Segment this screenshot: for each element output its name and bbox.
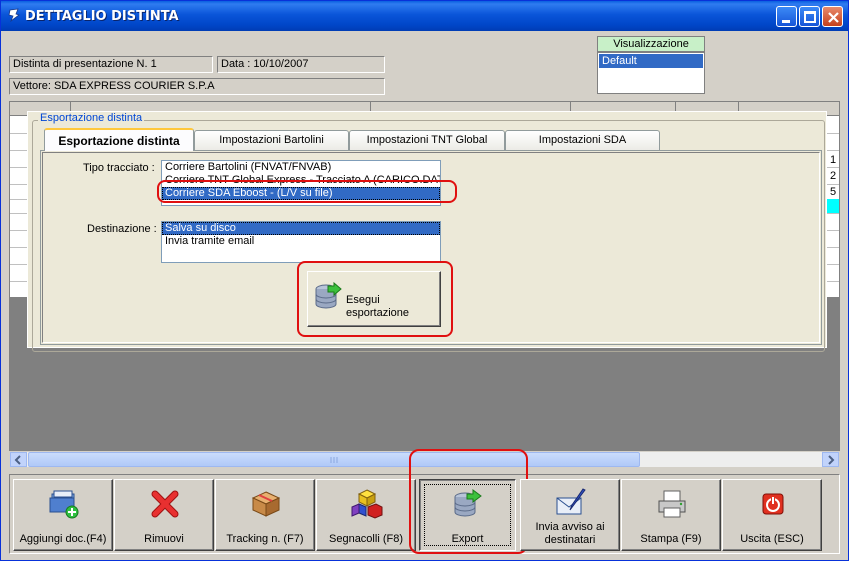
export-panel: Esportazione distinta Esportazione disti… bbox=[27, 111, 827, 352]
printer-icon bbox=[658, 490, 686, 518]
print-label: Stampa (F9) bbox=[640, 533, 702, 545]
scroll-right-button[interactable] bbox=[822, 452, 839, 467]
add-document-icon bbox=[49, 490, 79, 519]
visualizzazione-header: Visualizzazione bbox=[597, 36, 705, 52]
distinta-field: Distinta di presentazione N. 1 bbox=[9, 56, 213, 73]
minimize-icon bbox=[782, 20, 790, 23]
action-toolbar: Aggiungi doc.(F4) Rimuovi Tracking n. (F… bbox=[9, 449, 840, 554]
remove-button[interactable]: Rimuovi bbox=[114, 479, 214, 551]
tab-panel: Tipo tracciato : Corriere Bartolini (FNV… bbox=[40, 150, 822, 345]
main-window: DETTAGLIO DISTINTA Distinta di presentaz… bbox=[0, 0, 849, 561]
app-icon bbox=[8, 8, 20, 22]
add-document-button[interactable]: Aggiungi doc.(F4) bbox=[13, 479, 113, 551]
notify-label: Invia avviso ai destinatari bbox=[535, 521, 605, 546]
highlight-oval-export bbox=[409, 449, 528, 554]
chevron-left-icon bbox=[14, 455, 21, 465]
client-area: Distinta di presentazione N. 1 Data : 10… bbox=[5, 31, 844, 558]
envelope-pen-icon bbox=[556, 488, 586, 515]
notify-button[interactable]: Invia avviso ai destinatari bbox=[520, 479, 620, 551]
dest-item-disco[interactable]: Salva su disco bbox=[162, 222, 440, 235]
grid-cell-mark: 1 bbox=[830, 154, 837, 166]
segnacolli-button[interactable]: Segnacolli (F8) bbox=[316, 479, 416, 551]
destinazione-list[interactable]: Salva su disco Invia tramite email bbox=[161, 221, 441, 263]
tab-bartolini[interactable]: Impostazioni Bartolini bbox=[194, 130, 349, 150]
visualizzazione-list[interactable]: Default bbox=[597, 52, 705, 94]
tab-tnt-global[interactable]: Impostazioni TNT Global bbox=[349, 130, 505, 150]
print-button[interactable]: Stampa (F9) bbox=[621, 479, 721, 551]
data-field: Data : 10/10/2007 bbox=[217, 56, 385, 73]
remove-label: Rimuovi bbox=[144, 533, 184, 545]
tab-sda[interactable]: Impostazioni SDA bbox=[505, 130, 660, 150]
tracking-button[interactable]: Tracking n. (F7) bbox=[215, 479, 315, 551]
grid-cell-mark: 2 bbox=[830, 170, 837, 182]
maximize-button[interactable] bbox=[799, 6, 820, 27]
tipo-tracciato-label: Tipo tracciato : bbox=[83, 162, 155, 174]
chevron-right-icon bbox=[828, 455, 835, 465]
dest-item-email[interactable]: Invia tramite email bbox=[162, 235, 440, 248]
exit-icon bbox=[762, 493, 784, 515]
close-icon bbox=[828, 12, 839, 23]
visualizzazione-item[interactable]: Default bbox=[599, 54, 703, 68]
scroll-left-button[interactable] bbox=[10, 452, 27, 467]
segnacolli-label: Segnacolli (F8) bbox=[329, 533, 403, 545]
highlight-oval-tipo bbox=[157, 180, 457, 203]
grip-icon bbox=[330, 457, 338, 463]
title-bar[interactable]: DETTAGLIO DISTINTA bbox=[1, 1, 848, 31]
vettore-field: Vettore: SDA EXPRESS COURIER S.P.A bbox=[9, 78, 385, 95]
window-title: DETTAGLIO DISTINTA bbox=[25, 9, 179, 24]
destinazione-label: Destinazione : bbox=[87, 223, 157, 235]
add-document-label: Aggiungi doc.(F4) bbox=[19, 533, 107, 545]
remove-x-icon bbox=[151, 490, 179, 518]
package-icon bbox=[251, 491, 281, 517]
highlight-oval-run bbox=[297, 261, 453, 337]
tracking-label: Tracking n. (F7) bbox=[226, 533, 304, 545]
tipo-item-bartolini[interactable]: Corriere Bartolini (FNVAT/FNVAB) bbox=[162, 161, 440, 174]
exit-label: Uscita (ESC) bbox=[740, 533, 804, 545]
grid-cell-mark: 5 bbox=[830, 186, 837, 198]
tab-esportazione[interactable]: Esportazione distinta bbox=[44, 128, 194, 151]
scroll-thumb[interactable] bbox=[28, 452, 640, 467]
exit-button[interactable]: Uscita (ESC) bbox=[722, 479, 822, 551]
close-button[interactable] bbox=[822, 6, 843, 27]
selected-cell[interactable] bbox=[825, 199, 839, 213]
maximize-icon bbox=[804, 11, 816, 23]
blocks-icon bbox=[351, 489, 383, 519]
minimize-button[interactable] bbox=[776, 6, 797, 27]
export-group-title: Esportazione distinta bbox=[38, 112, 145, 124]
